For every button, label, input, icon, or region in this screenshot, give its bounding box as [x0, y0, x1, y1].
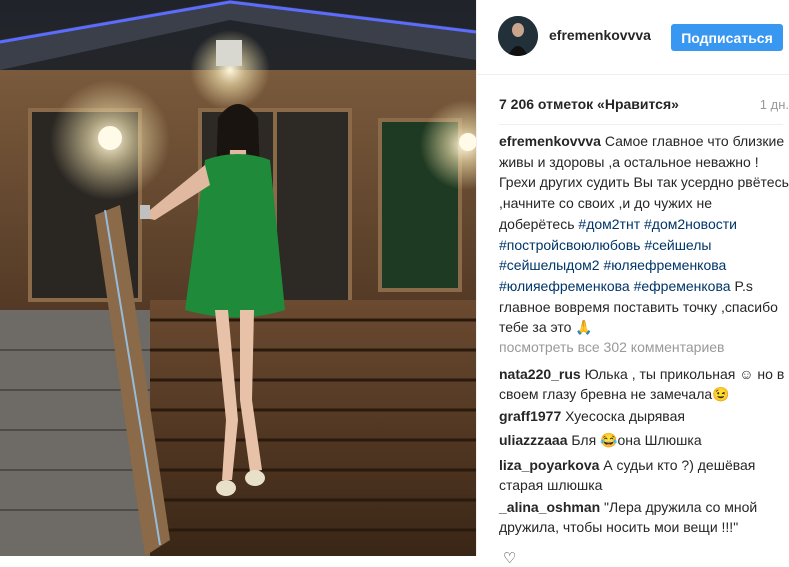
hashtag[interactable]: #сейшелы: [644, 237, 711, 253]
comment-username[interactable]: nata220_rus: [499, 366, 581, 382]
comment: _alina_oshman "Лера дружила со мной друж…: [499, 497, 789, 537]
likes-count[interactable]: 7 206 отметок «Нравится»: [499, 96, 679, 112]
comment-text: Хуесоска дырявая: [565, 408, 685, 424]
comment: liza_poyarkova А судьи кто ?) дешёвая ст…: [499, 455, 789, 495]
follow-button[interactable]: Подписаться: [671, 24, 783, 51]
hashtag[interactable]: #дом2тнт: [578, 216, 640, 232]
hashtag[interactable]: #юляефременкова: [603, 257, 726, 273]
hashtag[interactable]: #постройсвоюлюбовь: [499, 237, 640, 253]
comment: graff1977 Хуесоска дырявая: [499, 406, 789, 426]
avatar-image: [498, 16, 538, 56]
post-age[interactable]: 1 дн.: [760, 97, 789, 112]
hashtag[interactable]: #ефременкова: [634, 278, 731, 294]
post-side-panel: efremenkovvva Подписаться 7 206 отметок …: [477, 0, 789, 567]
post-caption: efremenkovvva Самое главное что близкие …: [499, 131, 789, 338]
photo-scene: [0, 0, 476, 556]
hashtag[interactable]: #дом2новости: [644, 216, 737, 232]
caption-username[interactable]: efremenkovvva: [499, 133, 601, 149]
comment: nata220_rus Юлька , ты прикольная ☺ но в…: [499, 364, 789, 404]
comment-username[interactable]: uliazzzaaa: [499, 432, 567, 448]
heart-icon[interactable]: ♡: [503, 549, 516, 567]
post-author-username[interactable]: efremenkovvva: [549, 27, 651, 43]
post-header: efremenkovvva Подписаться: [477, 0, 789, 75]
hashtag[interactable]: #сейшелыдом2: [499, 257, 600, 273]
comment-username[interactable]: liza_poyarkova: [499, 457, 599, 473]
stats-separator: [499, 124, 783, 125]
comment-username[interactable]: graff1977: [499, 408, 561, 424]
comment-username[interactable]: _alina_oshman: [499, 499, 600, 515]
avatar[interactable]: [498, 16, 538, 56]
view-all-comments-link[interactable]: посмотреть все 302 комментариев: [499, 339, 725, 355]
comment: uliazzzaaa Бля 😂она Шлюшка: [499, 430, 789, 450]
hashtag[interactable]: #юлияефременкова: [499, 278, 630, 294]
comment-text: Бля 😂она Шлюшка: [571, 432, 702, 448]
post-photo[interactable]: [0, 0, 476, 556]
